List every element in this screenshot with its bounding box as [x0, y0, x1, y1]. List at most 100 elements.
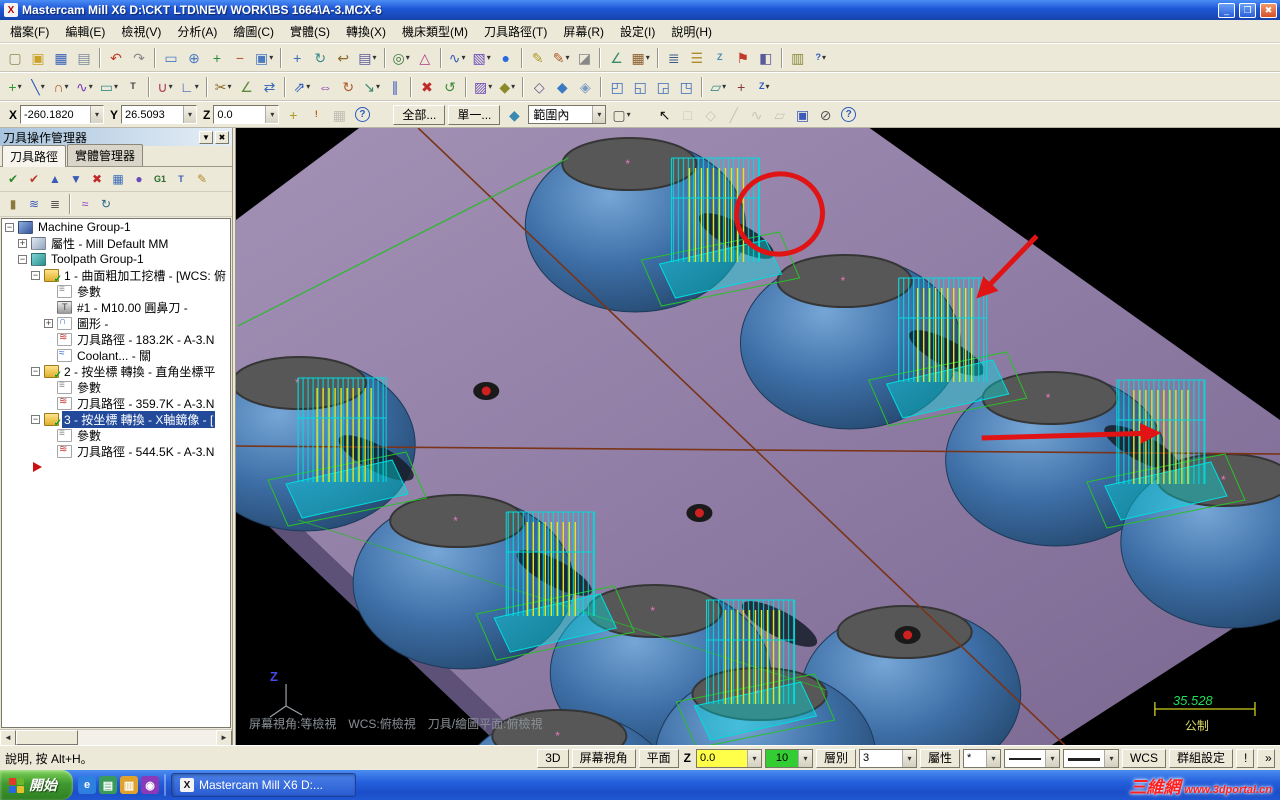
render-sphere-icon[interactable]: ●	[495, 47, 517, 69]
media-player-icon[interactable]: ◉	[141, 776, 159, 794]
edit-operation-icon[interactable]: ✎	[192, 169, 212, 189]
previous-view-icon[interactable]: ↩	[332, 47, 354, 69]
zoom-window-icon[interactable]: ▭	[160, 47, 182, 69]
pencil-icon[interactable]: ✎	[527, 47, 549, 69]
xform-mirror-icon[interactable]: ⇔	[314, 76, 336, 98]
menu-item[interactable]: 檔案(F)	[2, 21, 57, 42]
menu-item[interactable]: 轉換(X)	[338, 21, 394, 42]
tree-item[interactable]: 刀具路徑 - 183.2K - A-3.N	[2, 331, 230, 347]
chamfer-icon[interactable]: ∟ ▾	[177, 76, 202, 98]
trim-icon[interactable]: ✂ ▾	[212, 76, 235, 98]
tree-item[interactable]: − Toolpath Group-1	[2, 251, 230, 267]
create-arc-icon[interactable]: ∩ ▾	[50, 76, 72, 98]
create-text-icon[interactable]: T	[122, 76, 144, 98]
gview-iso-icon[interactable]: ◳	[675, 76, 697, 98]
point-style-combo[interactable]: * ▾	[962, 748, 1001, 768]
tree-item[interactable]: − Machine Group-1	[2, 219, 230, 235]
task-button-mastercam[interactable]: X Mastercam Mill X6 D:...	[171, 773, 356, 797]
xform-offset-icon[interactable]: ∥	[384, 76, 406, 98]
display-options-icon[interactable]: ≈	[75, 194, 95, 214]
dynamic-rotate-icon[interactable]: ↻	[309, 47, 331, 69]
help-icon[interactable]: ? ▾	[810, 47, 832, 69]
tree-item[interactable]: 參數	[2, 283, 230, 299]
undo-icon[interactable]: ↶	[105, 47, 127, 69]
create-point-icon[interactable]: + ▾	[4, 76, 26, 98]
tree-item[interactable]: #1 - M10.00 圓鼻刀 -	[2, 299, 230, 315]
gview-side-icon[interactable]: ◲	[652, 76, 674, 98]
graphics-viewport[interactable]: ********** 35.528 公制	[236, 128, 1280, 745]
level-button[interactable]: 層別	[815, 748, 856, 768]
panel-close-button[interactable]: ✖	[215, 130, 229, 144]
menu-item[interactable]: 檢視(V)	[113, 21, 169, 42]
levels-manager-icon[interactable]: ≣	[663, 47, 685, 69]
feed-speed-icon[interactable]: T	[171, 169, 191, 189]
color-combo[interactable]: 10 ▾	[764, 748, 813, 768]
gview-top-icon[interactable]: ◰	[606, 76, 628, 98]
flag-icon[interactable]: ⚑	[732, 47, 754, 69]
viewport-canvas[interactable]: ********** 35.528 公制	[236, 128, 1280, 745]
show-desktop-icon[interactable]: ▤	[99, 776, 117, 794]
z-depth-combo[interactable]: 0.0 ▾	[695, 748, 762, 768]
tree-item[interactable]: 刀具路徑 - 544.5K - A-3.N	[2, 443, 230, 459]
tree-expander[interactable]: −	[5, 222, 14, 232]
alert-button[interactable]: !	[1236, 748, 1254, 768]
x-input[interactable]: -260.1820 ▾	[20, 105, 105, 124]
surface-tools-icon[interactable]: ▧ ▾	[469, 47, 493, 69]
tree-item[interactable]: + 圖形 -	[2, 315, 230, 331]
start-button[interactable]: 開始	[0, 770, 73, 800]
tab-toolpaths[interactable]: 刀具路徑	[2, 145, 67, 167]
tree-item[interactable]: 參數	[2, 427, 230, 443]
create-line-icon[interactable]: ╲ ▾	[27, 76, 49, 98]
redo-icon[interactable]: ↷	[128, 47, 150, 69]
history-icon[interactable]: ≣	[45, 194, 65, 214]
menu-item[interactable]: 刀具路徑(T)	[476, 21, 555, 42]
tab-solids[interactable]: 實體管理器	[67, 144, 144, 166]
range-combo[interactable]: 範圍內 ▾	[528, 105, 607, 124]
tree-item[interactable]: + 屬性 - Mill Default MM	[2, 235, 230, 251]
zoom-out-icon[interactable]: −	[229, 47, 251, 69]
z-depth-label[interactable]: Z	[682, 751, 693, 765]
fillet-icon[interactable]: ∪ ▾	[154, 76, 176, 98]
translucent-display-icon[interactable]: ◈	[574, 76, 596, 98]
open-file-icon[interactable]: ▣	[27, 47, 49, 69]
tree-expander[interactable]: +	[44, 318, 53, 328]
menu-item[interactable]: 分析(A)	[169, 21, 225, 42]
scroll-right-button[interactable]: ►	[216, 730, 232, 746]
insert-up-icon[interactable]: ▲	[45, 169, 65, 189]
mode-3d-button[interactable]: 3D	[537, 748, 569, 768]
select-last-icon[interactable]: ◆	[503, 104, 525, 126]
print-icon[interactable]: ▤	[73, 47, 95, 69]
scroll-track[interactable]	[16, 730, 216, 745]
gview-button[interactable]: 屏幕視角	[571, 748, 636, 768]
xform-scale-icon[interactable]: ↘ ▾	[360, 76, 383, 98]
measure-icon[interactable]: ∠	[605, 47, 627, 69]
backplot-icon[interactable]: ▦	[108, 169, 128, 189]
attributes-icon[interactable]: ◧	[755, 47, 777, 69]
post-g1-icon[interactable]: G1	[150, 169, 170, 189]
planes-button[interactable]: 平面	[638, 748, 679, 768]
menu-item[interactable]: 繪圖(C)	[225, 21, 282, 42]
tree-item[interactable]: − ✓ 3 - 按坐標 轉換 - X軸鏡像 - [	[2, 410, 230, 429]
selection-help-icon[interactable]: ?	[838, 104, 860, 126]
analyze-position-icon[interactable]: ◎ ▾	[390, 47, 413, 69]
range-caret[interactable]: ▾	[592, 106, 606, 123]
solids-tools-icon[interactable]: ◆ ▾	[496, 76, 518, 98]
undelete-icon[interactable]: ↺	[439, 76, 461, 98]
menu-item[interactable]: 屏幕(R)	[555, 21, 612, 42]
select-cursor-icon[interactable]: ↖	[654, 104, 676, 126]
tree-expander[interactable]: −	[31, 270, 40, 280]
pan-icon[interactable]: +	[286, 47, 308, 69]
lock-icon[interactable]: ▮	[3, 194, 23, 214]
delete-operations-icon[interactable]: ✖	[87, 169, 107, 189]
scroll-thumb[interactable]	[16, 730, 78, 745]
scroll-left-button[interactable]: ◄	[0, 730, 16, 746]
select-single-button[interactable]: 單一...	[448, 104, 501, 125]
wcs-origin-icon[interactable]: +	[730, 76, 752, 98]
create-rect-icon[interactable]: ▭ ▾	[97, 76, 121, 98]
zoom-target-icon[interactable]: ⊕	[183, 47, 205, 69]
save-icon[interactable]: ▦	[50, 47, 72, 69]
tree-item[interactable]: − ✓ 2 - 按坐標 轉換 - 直角坐標平	[2, 363, 230, 381]
clear-selection-icon[interactable]: ⊘	[815, 104, 837, 126]
menu-item[interactable]: 實體(S)	[282, 21, 338, 42]
brush-icon[interactable]: ✎ ▾	[550, 47, 573, 69]
